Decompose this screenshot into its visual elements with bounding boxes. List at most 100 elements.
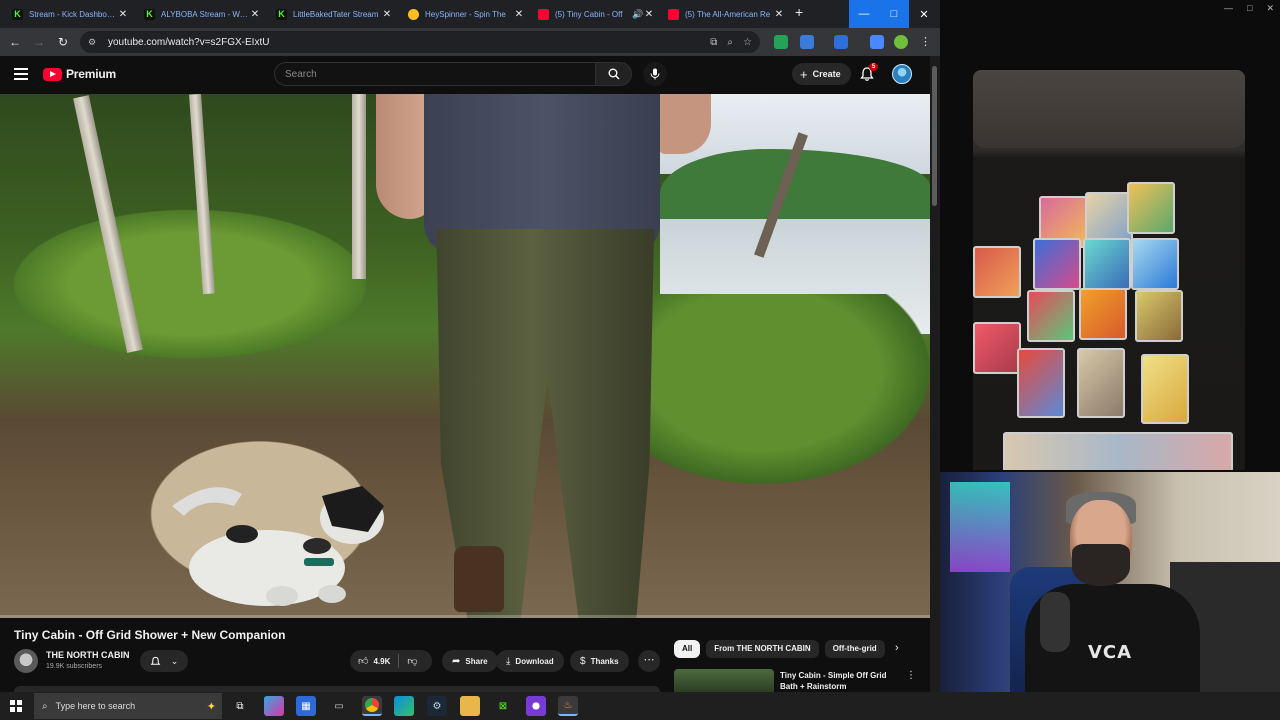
close-window-button[interactable]: ✕ xyxy=(1266,3,1274,14)
scrollbar-thumb[interactable] xyxy=(932,66,937,206)
recommendation-title[interactable]: Tiny Cabin - Simple Off Grid Bath + Rain… xyxy=(780,670,900,692)
chip-from-channel[interactable]: From THE NORTH CABIN xyxy=(706,640,819,658)
notification-badge: 5 xyxy=(869,63,879,71)
channel-avatar[interactable] xyxy=(14,649,38,673)
close-window-button[interactable]: ✕ xyxy=(909,0,939,28)
video-scene-foliage xyxy=(650,294,930,484)
install-app-icon[interactable]: ⧉ xyxy=(710,37,717,48)
chevron-down-icon: ⌄ xyxy=(170,655,179,666)
tab-strip: K Stream - Kick Dashboard ✕ K ALYBOBA St… xyxy=(0,0,940,28)
browser-toolbar: ← → ↻ ⚙ youtube.com/watch?v=s2FGX-EIxtU … xyxy=(0,28,940,56)
tab-alyboba-stream[interactable]: K ALYBOBA Stream - Watch ✕ xyxy=(138,3,266,25)
close-icon[interactable]: ✕ xyxy=(118,9,128,20)
app-icon[interactable]: ♨ xyxy=(558,696,578,716)
menu-kebab-icon[interactable]: ⋮ xyxy=(906,670,916,681)
hamburger-menu-icon[interactable] xyxy=(14,68,28,80)
search-highlight-icon: ✦ xyxy=(206,700,216,713)
tab-all-american[interactable]: (5) The All-American Re ✕ xyxy=(662,3,790,25)
tab-tiny-cabin[interactable]: (5) Tiny Cabin - Off 🔊 ✕ xyxy=(532,3,660,25)
create-button[interactable]: + Create xyxy=(792,63,851,85)
thanks-button[interactable]: $ Thanks xyxy=(570,650,629,672)
trading-card xyxy=(1017,348,1065,418)
chip-off-the-grid[interactable]: Off-the-grid xyxy=(824,640,885,658)
more-actions-button[interactable]: ⋯ xyxy=(638,650,660,672)
chip-all[interactable]: All xyxy=(674,640,701,658)
close-icon[interactable]: ✕ xyxy=(514,9,524,20)
search-button[interactable] xyxy=(596,62,632,86)
bookmark-star-icon[interactable]: ☆ xyxy=(743,37,752,48)
video-progress-bar[interactable] xyxy=(0,615,930,618)
webcam-microphone xyxy=(1040,592,1070,652)
download-button[interactable]: ⤓ Download xyxy=(496,650,564,672)
close-icon[interactable]: ✕ xyxy=(250,9,260,20)
steam-icon[interactable]: ⚙ xyxy=(427,696,447,716)
youtube-icon xyxy=(538,8,549,20)
account-avatar[interactable] xyxy=(892,64,912,84)
search-input[interactable] xyxy=(285,68,595,80)
minimize-button[interactable]: — xyxy=(849,0,879,28)
like-dislike-group: 👍︎ 4.9K 👎︎ xyxy=(350,650,432,672)
speaker-icon[interactable]: 🔊 xyxy=(632,9,644,20)
trading-card xyxy=(1083,238,1131,290)
file-explorer-icon[interactable] xyxy=(460,696,480,716)
maximize-button[interactable]: □ xyxy=(1247,3,1252,14)
reload-button[interactable]: ↻ xyxy=(51,35,75,49)
tab-search-icon[interactable] xyxy=(834,35,848,49)
profile-icon[interactable] xyxy=(894,35,908,49)
close-icon[interactable]: ✕ xyxy=(382,9,392,20)
chrome-icon[interactable] xyxy=(362,696,382,716)
youtube-header: Premium + Create 5 xyxy=(0,56,930,94)
task-view-icon[interactable]: ⧉ xyxy=(230,696,250,716)
menu-kebab-icon[interactable]: ⋮ xyxy=(920,35,931,48)
store-icon[interactable]: ▦ xyxy=(296,696,316,716)
puzzle-extension-icon[interactable] xyxy=(800,35,814,49)
recommendation-thumbnail[interactable] xyxy=(674,669,774,692)
shirt-logo-text: VCA xyxy=(1088,642,1133,663)
terminal-icon[interactable]: ▭ xyxy=(329,696,349,716)
thumbs-up-icon[interactable]: 👍︎ xyxy=(358,655,368,667)
trading-card xyxy=(1079,288,1127,340)
extension-icon[interactable] xyxy=(774,35,788,49)
taskbar-search[interactable]: ⌕ Type here to search ✦ xyxy=(34,693,222,719)
media-control-icon[interactable] xyxy=(870,35,884,49)
youtube-premium-logo[interactable]: Premium xyxy=(43,67,116,81)
tab-littlebakedtater-stream[interactable]: K LittleBakedTater Stream ✕ xyxy=(270,3,398,25)
trading-card-row xyxy=(1003,432,1233,470)
back-button[interactable]: ← xyxy=(3,35,27,49)
search-icon: ⌕ xyxy=(42,700,48,712)
new-tab-button[interactable]: + xyxy=(795,4,803,20)
page-scrollbar[interactable] xyxy=(930,56,940,692)
app-icon[interactable]: ⊠ xyxy=(493,696,513,716)
voice-search-button[interactable] xyxy=(643,62,667,86)
forward-button[interactable]: → xyxy=(27,35,51,49)
url-text: youtube.com/watch?v=s2FGX-EIxtU xyxy=(108,36,270,48)
tab-kick-dashboard[interactable]: K Stream - Kick Dashboard ✕ xyxy=(6,3,134,25)
share-button[interactable]: ➦ Share xyxy=(442,650,498,672)
video-scene-boot xyxy=(454,546,504,612)
windows-start-button[interactable] xyxy=(10,700,22,712)
like-count[interactable]: 4.9K xyxy=(373,657,390,666)
address-bar[interactable]: ⚙ youtube.com/watch?v=s2FGX-EIxtU ⧉ ⌕ ☆ xyxy=(80,31,760,53)
close-icon[interactable]: ✕ xyxy=(774,9,784,20)
video-player[interactable] xyxy=(0,94,930,618)
zoom-icon[interactable]: ⌕ xyxy=(727,37,733,48)
close-icon[interactable]: ✕ xyxy=(644,9,654,20)
copilot-icon[interactable] xyxy=(264,696,284,716)
windows-taskbar: ⌕ Type here to search ✦ ⧉ ▦ ▭ ⚙ ⊠ ♨ xyxy=(0,692,1280,720)
maximize-button[interactable]: □ xyxy=(879,0,909,28)
subscription-bell-button[interactable]: ⌄ xyxy=(140,650,188,672)
site-info-icon[interactable]: ⚙ xyxy=(88,37,100,48)
divider xyxy=(398,654,400,668)
chevron-right-icon[interactable]: › xyxy=(895,642,899,654)
taskbar-search-placeholder: Type here to search xyxy=(55,701,136,711)
trading-card xyxy=(1077,348,1125,418)
minimize-button[interactable]: — xyxy=(1224,3,1233,14)
youtube-logo-icon xyxy=(43,67,62,81)
search-box[interactable] xyxy=(274,62,596,86)
thumbs-down-icon[interactable]: 👎︎ xyxy=(407,655,417,667)
trading-card xyxy=(1141,354,1189,424)
edge-icon[interactable] xyxy=(394,696,414,716)
obs-icon[interactable] xyxy=(526,696,546,716)
channel-name[interactable]: THE NORTH CABIN xyxy=(46,650,130,660)
tab-heyspinner[interactable]: HeySpinner - Spin The ✕ xyxy=(402,3,530,25)
